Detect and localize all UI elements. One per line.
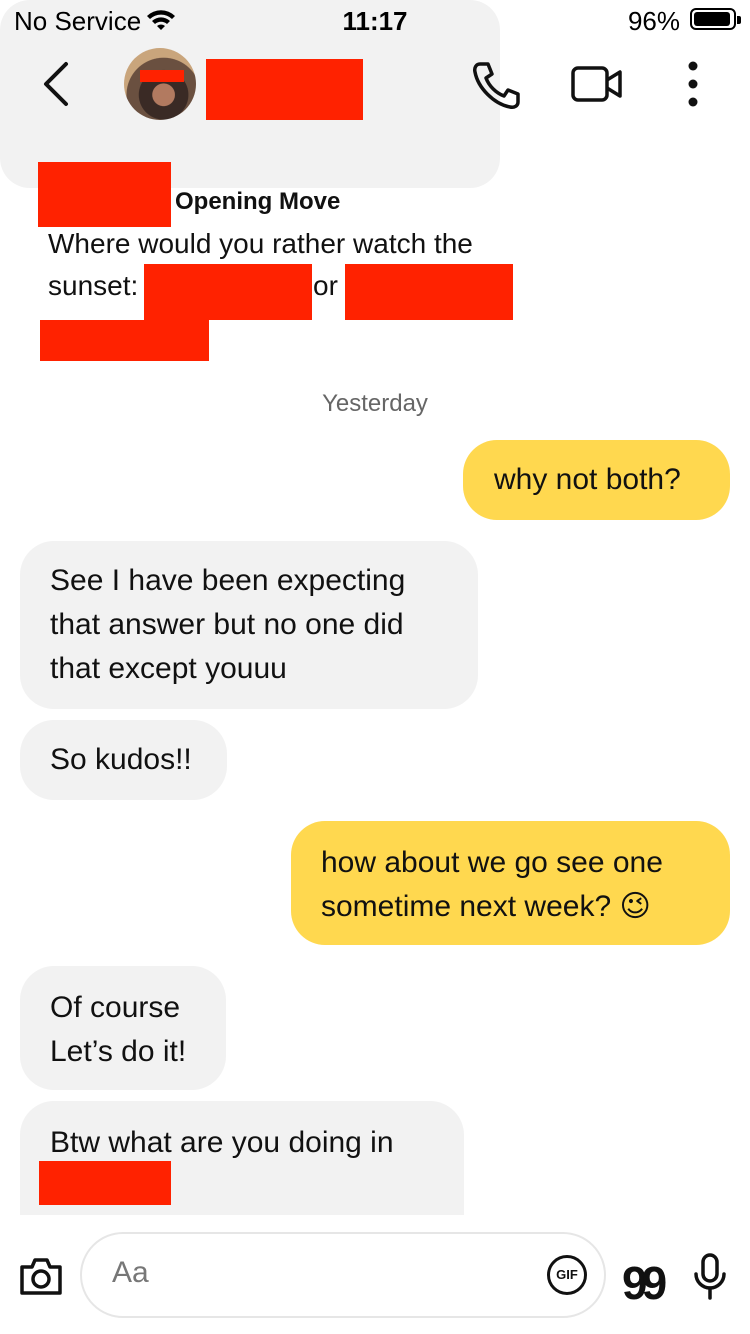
opening-move-title: Opening Move (175, 188, 341, 215)
incoming-message[interactable]: So kudos!! (20, 720, 227, 800)
date-separator: Yesterday (322, 390, 428, 417)
battery-icon (690, 8, 741, 30)
message-input-placeholder: Aa (112, 1256, 149, 1289)
sender-name-redaction (38, 162, 171, 227)
incoming-message[interactable]: See I have been expecting that answer bu… (20, 541, 478, 709)
microphone-icon[interactable] (690, 1252, 730, 1302)
outgoing-message[interactable]: how about we go see one sometime next we… (291, 821, 730, 945)
battery-percent: 96% (627, 6, 680, 36)
location-redaction (39, 1161, 171, 1205)
message-line: that answer but no one did (50, 608, 404, 641)
opening-move-question-line2: sunset: (48, 270, 139, 301)
quote-icon[interactable]: 99 (622, 1256, 667, 1310)
battery-level (694, 12, 731, 26)
avatar[interactable] (124, 48, 196, 120)
message-line: Let’s do it! (50, 1035, 187, 1068)
message-line: how about we go see one (321, 846, 663, 879)
camera-icon[interactable] (18, 1253, 64, 1299)
message-line: Btw what are you doing in (50, 1126, 394, 1159)
message-line: So kudos!! (50, 743, 192, 776)
message-line: Of course (50, 991, 181, 1024)
option-two-redaction (345, 264, 513, 320)
opening-move-question-line1: Where would you rather watch the (48, 228, 473, 259)
message-line: See I have been expecting (50, 564, 406, 597)
gif-icon[interactable]: GIF (547, 1255, 587, 1295)
chevron-left-icon[interactable] (36, 58, 76, 110)
video-camera-icon[interactable] (570, 62, 624, 108)
incoming-message[interactable]: Of course Let’s do it! (20, 966, 226, 1090)
option-one-redaction (144, 264, 312, 320)
option-two-continued-redaction (40, 320, 209, 361)
message-input[interactable] (80, 1232, 606, 1318)
more-vertical-icon[interactable] (680, 58, 706, 110)
avatar-redaction (140, 70, 184, 82)
contact-name-redaction[interactable] (206, 59, 363, 120)
message-line: that except youuu (50, 652, 287, 685)
phone-icon[interactable] (470, 58, 524, 112)
opening-move-or: or (313, 270, 338, 301)
message-line: sometime next week? 😉 (321, 890, 651, 923)
message-line: why not both? (494, 463, 681, 496)
outgoing-message[interactable]: why not both? (463, 440, 730, 520)
